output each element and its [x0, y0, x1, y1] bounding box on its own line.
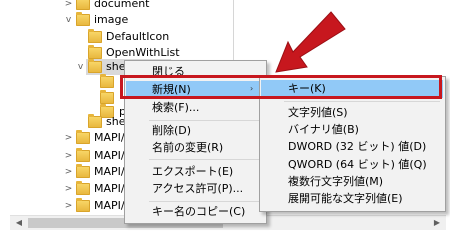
menu-item-rename[interactable]: 名前の変更(R): [152, 139, 223, 157]
submenu-item-qword-value[interactable]: QWORD (64 ビット) 値(Q): [288, 156, 427, 174]
folder-icon: [88, 29, 102, 43]
annotation-highlight-box: [120, 75, 442, 99]
tree-item-label: MAPI/I: [94, 149, 128, 162]
folder-icon: [76, 198, 90, 212]
folder-icon: [76, 12, 90, 26]
chevron-right-icon[interactable]: >: [64, 164, 73, 180]
menu-separator: [284, 101, 440, 102]
folder-icon: [100, 90, 114, 104]
tree-item-mapi[interactable]: > MAPI/I: [42, 198, 128, 214]
tree-item-label: MAPI/I: [94, 165, 128, 178]
tree-item-child[interactable]: [42, 74, 122, 90]
tree-item-mapi[interactable]: > MAPI/I: [42, 148, 128, 164]
scroll-left-icon[interactable]: ◀: [12, 216, 26, 230]
menu-separator: [149, 201, 261, 202]
folder-icon: [76, 130, 90, 144]
menu-separator: [149, 159, 261, 160]
chevron-right-icon[interactable]: >: [64, 198, 73, 214]
folder-icon: [76, 164, 90, 178]
tree-item-mapi[interactable]: > MAPI/A: [42, 130, 132, 146]
chevron-right-icon[interactable]: >: [64, 181, 73, 197]
folder-icon: [88, 45, 102, 59]
menu-item-find[interactable]: 検索(F)...: [152, 99, 199, 117]
chevron-down-icon[interactable]: v: [64, 12, 73, 28]
tree-item-mapi[interactable]: > MAPI/I: [42, 164, 128, 180]
scroll-right-icon[interactable]: ▶: [430, 216, 444, 230]
submenu-item-expandable-string-value[interactable]: 展開可能な文字列値(E): [288, 190, 403, 208]
submenu-item-string-value[interactable]: 文字列値(S): [288, 104, 348, 122]
tree-item-label: MAPI/I: [94, 199, 128, 212]
tree-item-mapi[interactable]: > MAPI/I: [42, 181, 128, 197]
submenu-item-binary-value[interactable]: バイナリ値(B): [288, 121, 359, 139]
menu-item-permissions[interactable]: アクセス許可(P)...: [152, 180, 243, 198]
tree-item-label: image: [94, 13, 129, 26]
tree-item-label: DefaultIcon: [106, 30, 170, 43]
folder-icon: [100, 74, 114, 88]
submenu-item-dword-value[interactable]: DWORD (32 ビット) 値(D): [288, 138, 426, 156]
tree-item-shell[interactable]: shell: [42, 114, 132, 130]
tree-item-label: MAPI/I: [94, 182, 128, 195]
tree-item-label: document: [94, 0, 150, 10]
menu-item-copy-key-name[interactable]: キー名のコピー(C): [152, 203, 245, 221]
folder-icon: [76, 181, 90, 195]
chevron-down-icon[interactable]: v: [76, 59, 85, 75]
submenu-item-multi-string-value[interactable]: 複数行文字列値(M): [288, 173, 383, 191]
chevron-right-icon[interactable]: >: [64, 0, 73, 12]
menu-item-delete[interactable]: 削除(D): [152, 122, 191, 140]
chevron-right-icon[interactable]: >: [64, 148, 73, 164]
folder-icon: [88, 59, 102, 73]
menu-item-export[interactable]: エクスポート(E): [152, 163, 233, 181]
tree-item-defaulticon[interactable]: DefaultIcon: [42, 29, 222, 45]
menu-separator: [149, 120, 261, 121]
folder-icon: [76, 148, 90, 162]
tree-item-document[interactable]: > document: [42, 0, 222, 12]
chevron-right-icon[interactable]: >: [64, 130, 73, 146]
folder-icon: [88, 114, 102, 128]
tree-item-image[interactable]: v image: [42, 12, 222, 28]
folder-icon: [76, 0, 90, 10]
